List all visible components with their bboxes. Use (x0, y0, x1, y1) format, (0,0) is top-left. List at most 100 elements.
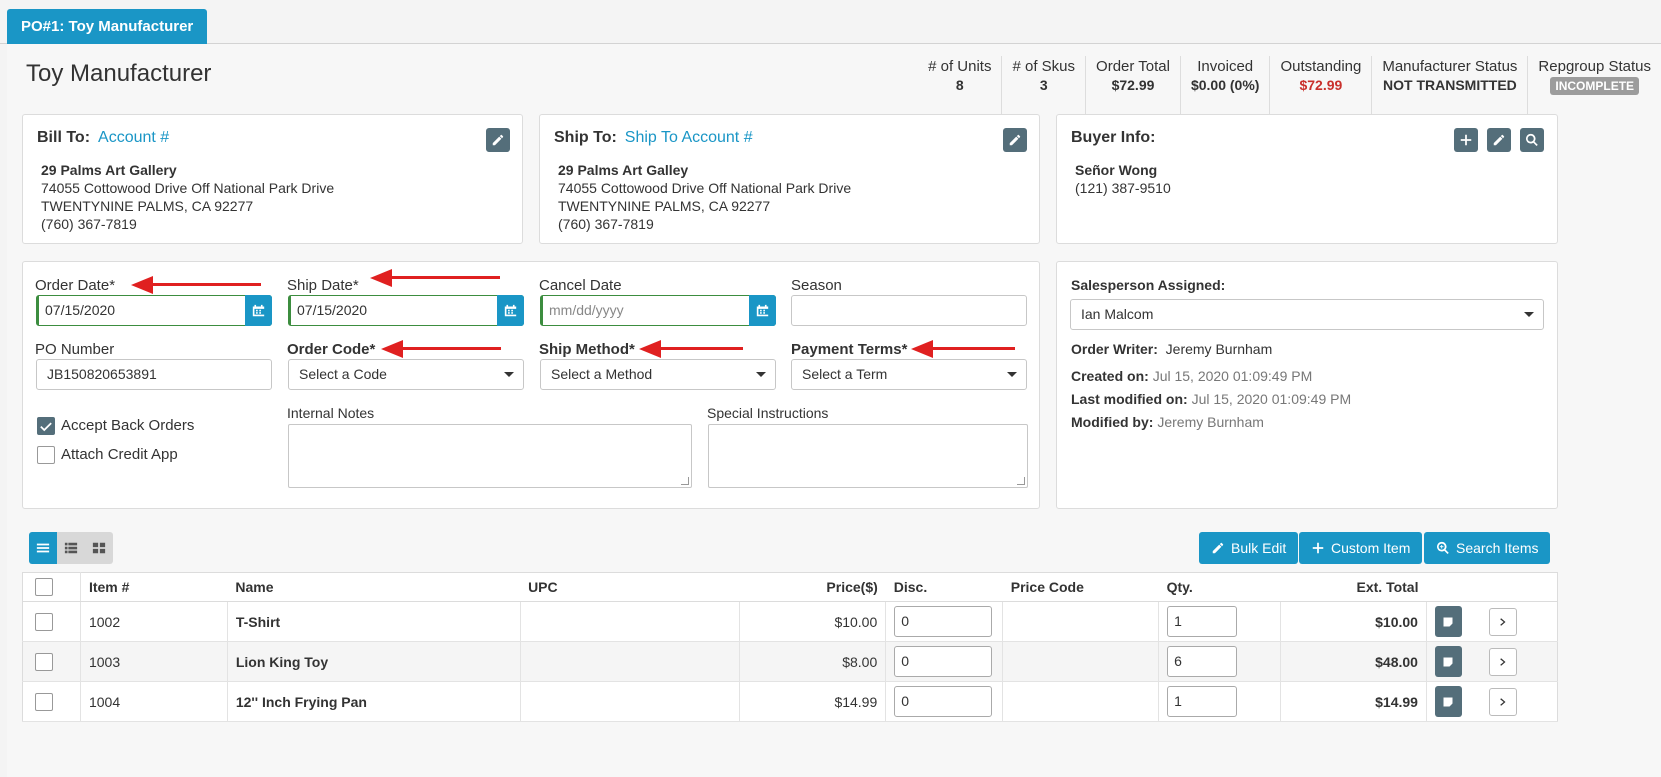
col-name[interactable]: Name (227, 572, 521, 602)
po-number-label: PO Number (35, 341, 115, 358)
item-detail-button[interactable] (1489, 687, 1518, 716)
internal-notes-textarea[interactable] (288, 424, 692, 488)
po-number-input[interactable]: JB150820653891 (36, 359, 272, 390)
item-detail-button[interactable] (1489, 607, 1518, 636)
order-writer-row: Order Writer: Jeremy Burnham (1071, 341, 1272, 357)
accept-back-orders-label[interactable]: Accept Back Orders (61, 417, 194, 434)
resize-grip-icon[interactable] (1017, 477, 1025, 485)
disc-cell: 0 (885, 601, 1004, 642)
accept-back-orders-checkbox[interactable] (37, 417, 55, 435)
order-date-input[interactable]: 07/15/2020 (36, 295, 272, 326)
item-note-button[interactable] (1434, 686, 1462, 717)
add-buyer-button[interactable] (1454, 128, 1478, 152)
salesperson-select[interactable]: Ian Malcom (1070, 299, 1544, 330)
custom-item-label: Custom Item (1331, 540, 1411, 556)
payment-terms-select[interactable]: Select a Term (791, 359, 1027, 390)
col-disc[interactable]: Disc. (885, 572, 1003, 602)
ship-date-calendar-button[interactable] (497, 295, 524, 326)
search-buyer-button[interactable] (1520, 128, 1544, 152)
cancel-date-calendar-button[interactable] (749, 295, 776, 326)
row-checkbox[interactable] (35, 692, 53, 711)
order-date-label: Order Date* (35, 277, 116, 294)
stat-label: Invoiced (1197, 58, 1254, 75)
custom-item-button[interactable]: Custom Item (1299, 532, 1423, 564)
detail-view-button[interactable] (57, 532, 85, 564)
search-icon (1526, 133, 1538, 147)
qty-cell: 1 (1158, 601, 1282, 642)
special-instructions-textarea[interactable] (708, 424, 1028, 488)
tab-po[interactable]: PO#1: Toy Manufacturer (7, 9, 208, 44)
quantity-input[interactable]: 1 (1167, 686, 1238, 717)
view-toggle (29, 532, 113, 564)
note-icon (1443, 697, 1453, 706)
search-items-button[interactable]: Search Items (1424, 532, 1551, 564)
salesperson-value: Ian Malcom (1081, 306, 1154, 322)
internal-notes-label: Internal Notes (287, 405, 375, 421)
season-input[interactable] (791, 295, 1027, 326)
sales-panel: Salesperson Assigned: Ian Malcom Order W… (1056, 261, 1558, 509)
checkmark-icon (40, 422, 52, 432)
cancel-date-input[interactable]: mm/dd/yyyy (540, 295, 776, 326)
arrow-line (149, 283, 261, 286)
chevron-down-icon (1524, 312, 1534, 317)
arrow-line (399, 347, 501, 350)
notes-cell (1426, 641, 1482, 682)
ship-method-select[interactable]: Select a Method (540, 359, 776, 390)
col-price-code[interactable]: Price Code (1002, 572, 1159, 602)
col-item[interactable]: Item # (80, 572, 228, 602)
item-price: $8.00 (739, 641, 887, 682)
cancel-date-label: Cancel Date (539, 277, 622, 294)
ship-to-phone: (760) 367-7819 (558, 216, 654, 232)
bill-to-account-link[interactable]: Account # (98, 129, 169, 146)
ship-date-input[interactable]: 07/15/2020 (288, 295, 524, 326)
item-number: 1002 (80, 601, 228, 642)
bulk-edit-button[interactable]: Bulk Edit (1199, 532, 1299, 564)
item-upc (520, 601, 741, 642)
row-checkbox[interactable] (35, 612, 53, 631)
discount-input[interactable]: 0 (894, 686, 993, 717)
stat-manufacturer-status: Manufacturer Status NOT TRANSMITTED (1372, 56, 1529, 116)
stat-order-total: Order Total $72.99 (1086, 56, 1181, 116)
payment-terms-label: Payment Terms* (791, 341, 908, 358)
bill-to-phone: (760) 367-7819 (41, 216, 137, 232)
edit-ship-to-button[interactable] (1003, 128, 1027, 152)
plus-icon (1312, 542, 1324, 554)
row-select-cell (22, 681, 81, 722)
item-detail-button[interactable] (1489, 647, 1518, 676)
resize-grip-icon[interactable] (681, 477, 689, 485)
grid-icon (92, 542, 106, 554)
modified-by-value: Jeremy Burnham (1157, 414, 1264, 430)
tab-bar: PO#1: Toy Manufacturer (0, 0, 1661, 44)
edit-bill-to-button[interactable] (486, 128, 510, 152)
select-all-checkbox[interactable] (35, 578, 53, 596)
col-qty[interactable]: Qty. (1158, 572, 1281, 602)
stat-value: 8 (955, 77, 964, 93)
stat-units: # of Units 8 (918, 56, 1003, 116)
order-code-select[interactable]: Select a Code (288, 359, 524, 390)
order-date-calendar-button[interactable] (245, 295, 272, 326)
col-price[interactable]: Price($) (739, 572, 886, 602)
quantity-input[interactable]: 1 (1167, 606, 1238, 637)
ship-to-account-link[interactable]: Ship To Account # (625, 129, 753, 146)
col-upc[interactable]: UPC (520, 572, 740, 602)
discount-input[interactable]: 0 (894, 646, 993, 677)
order-page: Toy Manufacturer # of Units 8 # of Skus … (7, 44, 1661, 777)
row-checkbox[interactable] (35, 652, 53, 671)
attach-credit-app-label[interactable]: Attach Credit App (61, 446, 178, 463)
item-note-button[interactable] (1434, 606, 1462, 637)
pencil-icon (1493, 134, 1505, 146)
grid-view-button[interactable] (85, 532, 113, 564)
notes-cell (1426, 681, 1482, 722)
actions-cell (1481, 681, 1558, 722)
table-row: 1004 12'' Inch Frying Pan $14.99 0 1 $14… (22, 681, 1558, 722)
attach-credit-app-checkbox[interactable] (37, 446, 55, 464)
quantity-input[interactable]: 6 (1167, 646, 1238, 677)
edit-buyer-button[interactable] (1487, 128, 1511, 152)
ship-method-label: Ship Method* (539, 341, 635, 358)
stat-label: # of Units (928, 58, 992, 75)
list-view-button[interactable] (29, 532, 57, 564)
col-ext-total[interactable]: Ext. Total (1280, 572, 1427, 602)
order-writer-label: Order Writer: (1071, 341, 1158, 357)
item-note-button[interactable] (1434, 646, 1462, 677)
discount-input[interactable]: 0 (894, 606, 993, 637)
